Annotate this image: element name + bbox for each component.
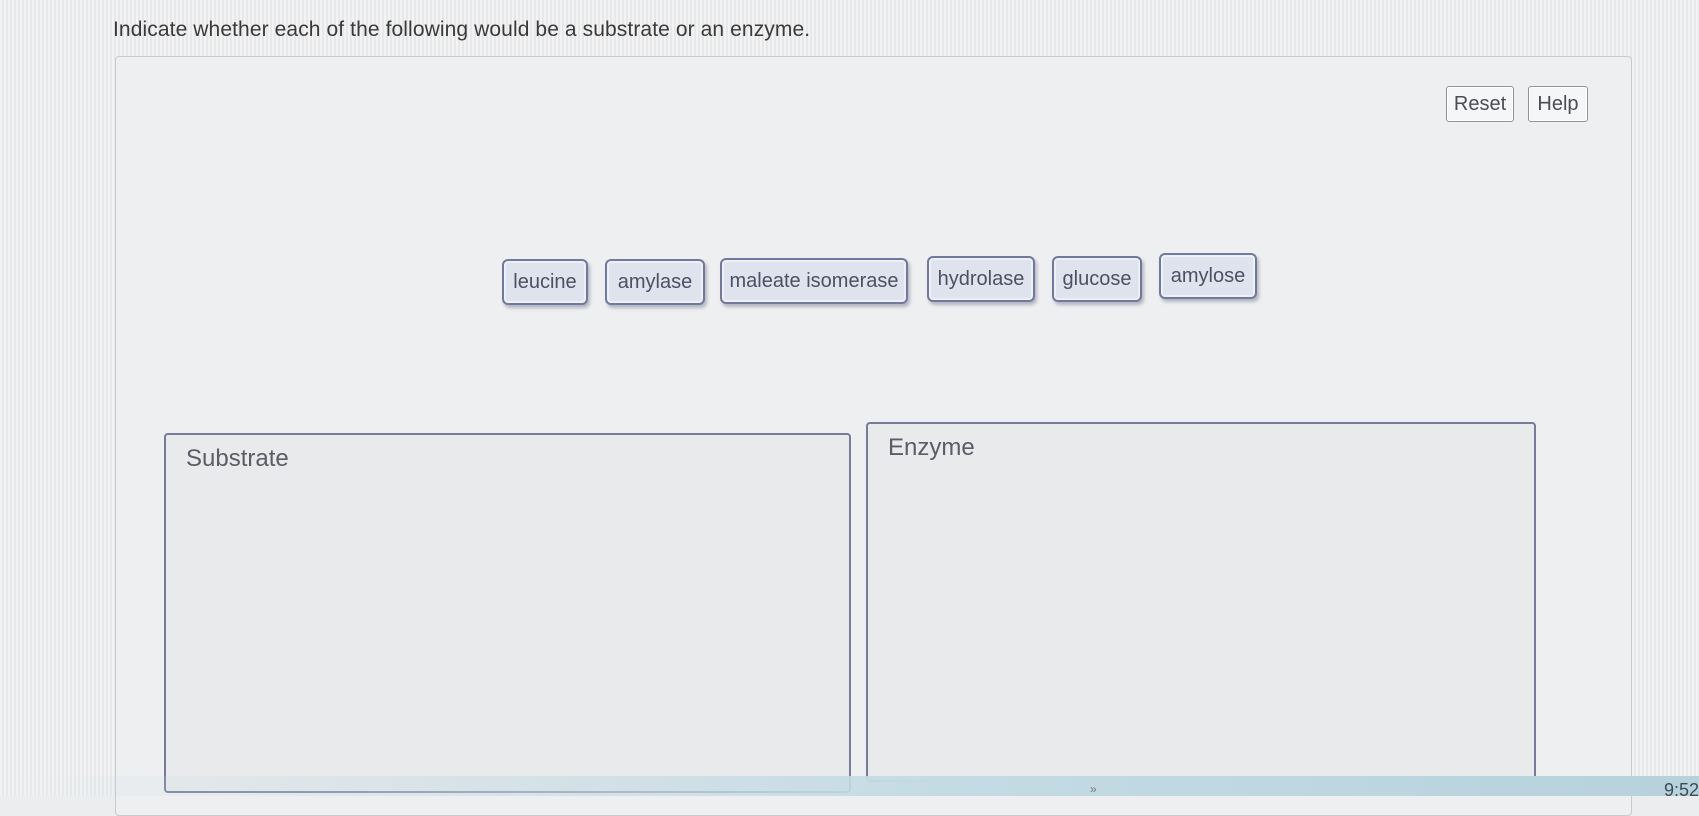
substrate-drop-zone[interactable]: Substrate	[164, 433, 851, 793]
tile-amylase[interactable]: amylase	[605, 259, 705, 305]
help-button[interactable]: Help	[1528, 86, 1588, 122]
tile-glucose[interactable]: glucose	[1052, 256, 1142, 302]
system-taskbar	[0, 776, 1699, 796]
system-clock: 9:52	[1663, 780, 1699, 800]
double-chevron-right-icon[interactable]: »	[1090, 782, 1097, 796]
question-prompt: Indicate whether each of the following w…	[113, 18, 811, 41]
tile-maleate-isomerase[interactable]: maleate isomerase	[720, 258, 908, 304]
tile-leucine[interactable]: leucine	[502, 259, 588, 305]
substrate-label: Substrate	[186, 445, 289, 472]
tile-hydrolase[interactable]: hydrolase	[927, 256, 1035, 302]
enzyme-drop-zone[interactable]: Enzyme	[866, 422, 1536, 782]
tile-amylose[interactable]: amylose	[1159, 253, 1257, 299]
reset-button[interactable]: Reset	[1446, 86, 1514, 122]
enzyme-label: Enzyme	[888, 434, 975, 461]
